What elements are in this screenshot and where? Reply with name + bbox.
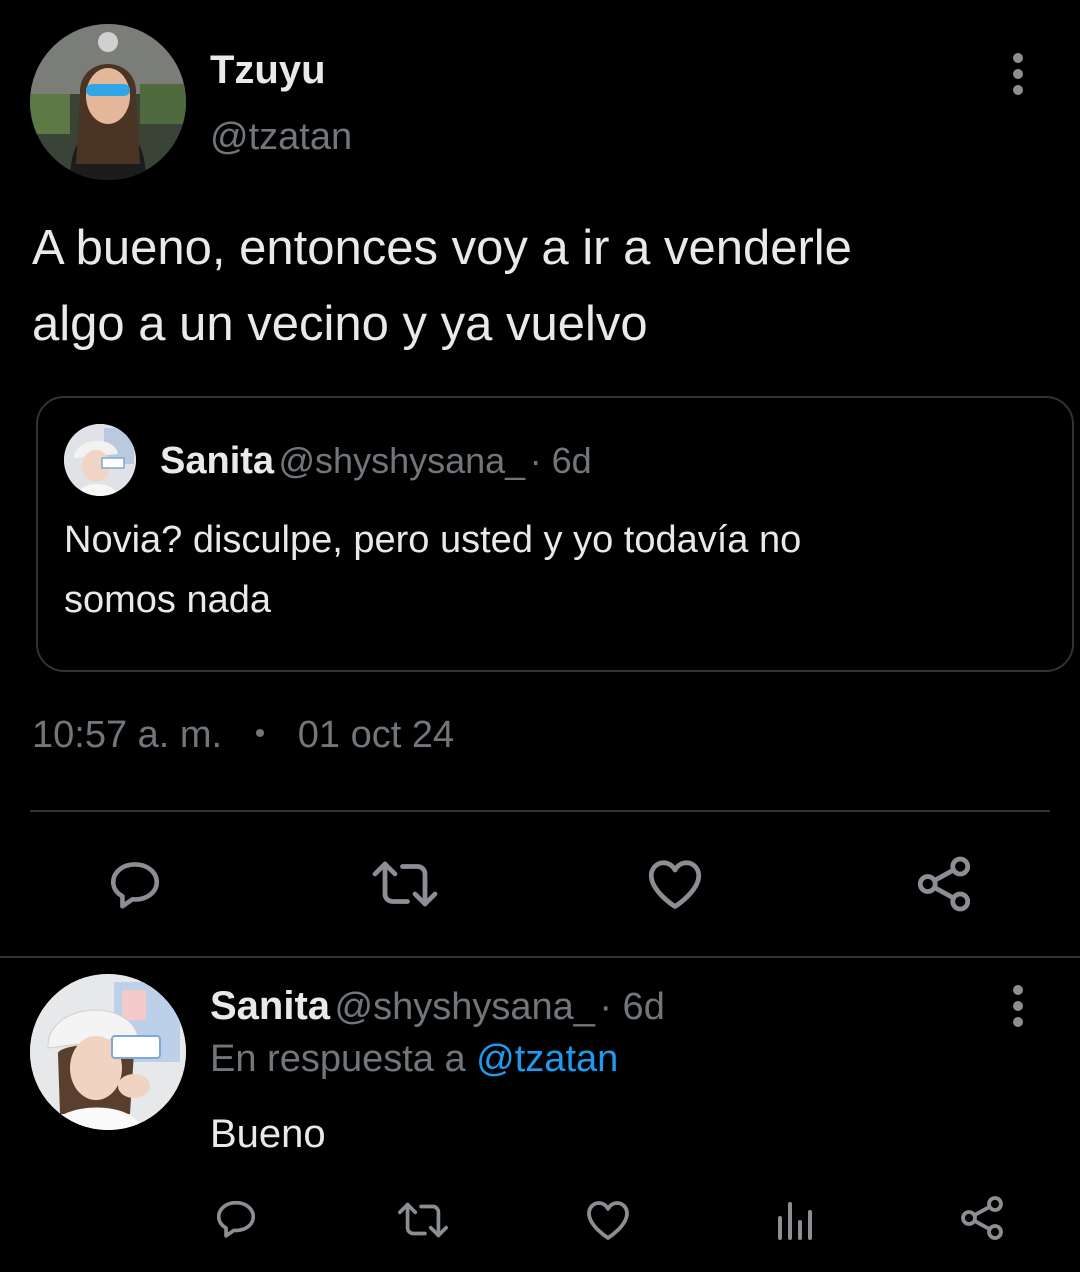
quoted-avatar-image	[64, 424, 136, 496]
quoted-author-handle: @shyshysana_	[278, 440, 526, 481]
more-vertical-icon[interactable]	[998, 44, 1038, 104]
tweet-date[interactable]: 01 oct 24	[298, 714, 454, 756]
meta-separator: •	[254, 717, 266, 750]
quoted-text-line: somos nada	[64, 579, 272, 621]
heart-icon[interactable]	[584, 1198, 632, 1242]
author-name[interactable]: Tzuyu	[210, 48, 326, 93]
reply-author-avatar[interactable]	[30, 974, 186, 1130]
share-icon[interactable]	[958, 1194, 1006, 1242]
author-handle[interactable]: @tzatan	[210, 116, 352, 159]
retweet-icon[interactable]	[370, 856, 440, 912]
quoted-author-name: Sanita	[160, 440, 275, 482]
quoted-tweet-age: · 6d	[529, 440, 592, 481]
reply-icon[interactable]	[212, 1196, 260, 1242]
share-icon[interactable]	[914, 854, 974, 914]
quoted-tweet-text: Novia? disculpe, pero usted y yo todavía…	[64, 510, 1044, 630]
quoted-author-avatar	[64, 424, 136, 496]
tweet-meta: 10:57 a. m. • 01 oct 24	[32, 714, 454, 757]
more-vertical-icon[interactable]	[998, 976, 1038, 1036]
author-avatar-image	[30, 24, 186, 180]
tweet-time[interactable]: 10:57 a. m.	[32, 714, 222, 756]
reply-author-handle[interactable]: @shyshysana_	[335, 986, 595, 1028]
retweet-icon[interactable]	[396, 1198, 450, 1242]
tweet-text-line: A bueno, entonces voy a ir a venderle	[32, 221, 852, 275]
quoted-tweet-card[interactable]: Sanita @shyshysana_ · 6d Novia? disculpe…	[36, 396, 1074, 672]
heart-icon[interactable]	[645, 856, 705, 912]
divider	[30, 810, 1050, 812]
reply-context: En respuesta a @tzatan	[210, 1038, 618, 1081]
reply-avatar-image	[30, 974, 186, 1130]
reply-age: · 6d	[599, 986, 665, 1028]
quoted-header: Sanita @shyshysana_ · 6d	[160, 440, 592, 483]
tweet-text-line: algo a un vecino y ya vuelvo	[32, 297, 648, 351]
reply-text: Bueno	[210, 1112, 326, 1156]
reply-author-name[interactable]: Sanita	[210, 984, 330, 1028]
reply-to-link[interactable]: @tzatan	[476, 1038, 618, 1080]
quoted-text-line: Novia? disculpe, pero usted y yo todavía…	[64, 519, 802, 561]
reply-prefix: En respuesta a	[210, 1038, 466, 1080]
reply-icon[interactable]	[104, 856, 166, 914]
tweet-text: A bueno, entonces voy a ir a venderle al…	[32, 210, 1052, 362]
reply-header: Sanita @shyshysana_ · 6d	[210, 984, 665, 1029]
author-avatar[interactable]	[30, 24, 186, 180]
divider	[0, 956, 1080, 958]
views-icon[interactable]	[774, 1198, 818, 1242]
